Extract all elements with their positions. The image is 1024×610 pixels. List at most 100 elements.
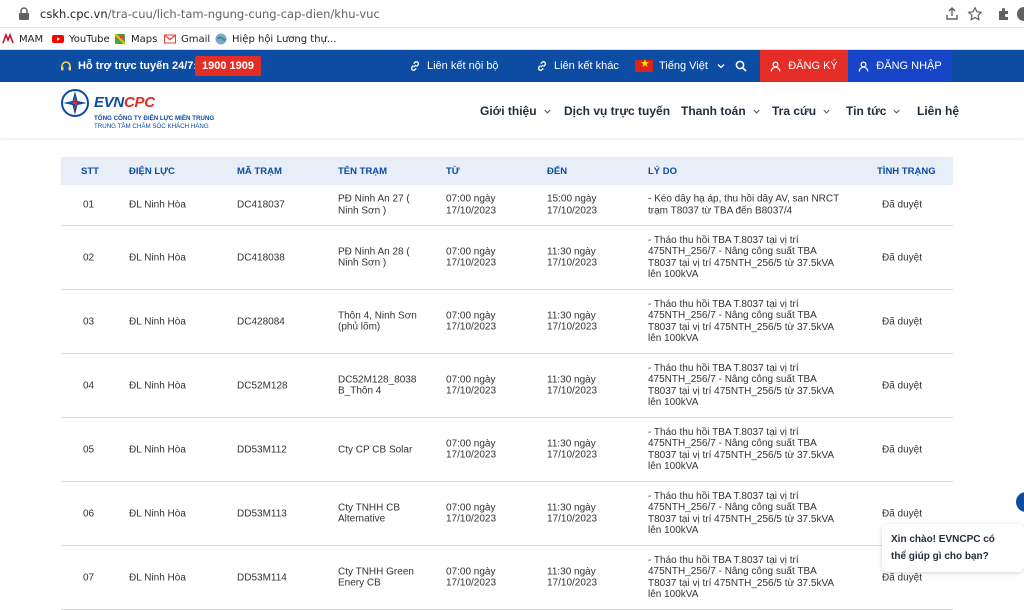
- nav-lien-he[interactable]: Liên hệ: [917, 103, 959, 119]
- header-tinh-trang: TÌNH TRẠNG: [877, 166, 936, 177]
- chat-greeting-bubble[interactable]: Xin chào! EVNCPC có thể giúp gì cho bạn?: [882, 524, 1024, 572]
- cell-line: 475NTH_256/7 - Nâng công suất TBA: [648, 438, 817, 449]
- bookmark-label: Hiệp hội Lương thự...: [232, 33, 337, 45]
- external-links-label: Liên kết khác: [554, 60, 619, 72]
- nav-label: Liên hệ: [917, 104, 960, 118]
- bookmark-label: MAM: [19, 33, 44, 45]
- table-header: STT ĐIỆN LỰC MÃ TRẠM TÊN TRẠM TỪ ĐẾN LÝ …: [61, 157, 953, 185]
- cell-stt: 05: [83, 443, 95, 455]
- nav-tin-tuc[interactable]: Tin tức: [846, 103, 901, 119]
- cell-line: Cty TNHH Green: [338, 566, 414, 577]
- hotline-badge[interactable]: 1900 1909: [195, 56, 261, 76]
- chat-line-1: Xin chào! EVNCPC có: [891, 534, 995, 545]
- top-utility-bar: Hỗ trợ trực tuyến 24/7: 1900 1909 Liên k…: [0, 50, 1024, 82]
- internal-links[interactable]: Liên kết nội bộ: [409, 50, 499, 82]
- cell-den: 11:30 ngày 17/10/2023: [547, 502, 597, 525]
- header-ten-tram: TÊN TRẠM: [338, 166, 388, 177]
- cell-ly-do: - Tháo thu hồi TBA T.8037 tại vị trí 475N…: [648, 491, 834, 537]
- bookmark-label: Gmail: [181, 33, 211, 45]
- table-row: 07 ĐL Ninh Hòa DD53M114 Cty TNHH Green Enery…: [61, 546, 953, 610]
- cell-den: 11:30 ngày 17/10/2023: [547, 438, 597, 461]
- bookmark-maps[interactable]: Maps: [114, 31, 157, 47]
- register-button[interactable]: ĐĂNG KÝ: [760, 50, 848, 82]
- cell-line: lên 100kVA: [648, 461, 699, 472]
- cell-line: Thôn 4, Ninh Sơn: [338, 310, 417, 321]
- header-stt: STT: [81, 166, 99, 177]
- bookmark-youtube[interactable]: YouTube: [52, 31, 110, 47]
- login-button[interactable]: ĐĂNG NHẬP: [848, 50, 952, 82]
- cell-line: T8037 tại vị trí 475NTH_256/5 từ 37.5kVA: [648, 513, 835, 525]
- cell-line: 07:00 ngày: [446, 438, 496, 449]
- cell-line: 475NTH_256/7 - Nâng công suất TBA: [648, 310, 817, 321]
- external-links[interactable]: Liên kết khác: [536, 50, 619, 82]
- nav-dich-vu-truc-tuyen[interactable]: Dịch vụ trực tuyến: [564, 103, 670, 119]
- profile-icon[interactable]: [1016, 6, 1024, 22]
- cell-tinh-trang: Đã duyệt: [882, 251, 923, 263]
- cell-line: 17/10/2023: [547, 577, 598, 589]
- chevron-down-icon: [823, 109, 830, 114]
- nav-label: Dịch vụ trực tuyến: [564, 104, 671, 118]
- bookmark-label: YouTube: [69, 33, 110, 45]
- cell-ly-do: - Tháo thu hồi TBA T.8037 tại vị trí 475N…: [648, 555, 834, 601]
- logo-tagline-1: TỔNG CÔNG TY ĐIỆN LỰC MIỀN TRUNG: [94, 115, 215, 122]
- cell-line: - Tháo thu hồi TBA T.8037 tại vị trí: [648, 362, 799, 374]
- cell-line: 475NTH_256/7 - Nâng công suất TBA: [648, 246, 817, 257]
- cell-ma-tram: DC428084: [237, 315, 285, 327]
- cell-line: - Tháo thu hồi TBA T.8037 tại vị trí: [648, 234, 799, 246]
- share-icon[interactable]: [944, 6, 960, 22]
- bookmark-gmail[interactable]: Gmail: [164, 31, 210, 47]
- cell-line: Enery CB: [338, 577, 381, 589]
- register-label: ĐĂNG KÝ: [788, 60, 838, 72]
- cell-line: Cty CP CB Solar: [338, 443, 413, 455]
- star-icon[interactable]: [967, 6, 983, 22]
- cell-ma-tram: DD53M112: [237, 443, 287, 455]
- cell-dien-luc: ĐL Ninh Hòa: [129, 199, 186, 211]
- cell-line: DC52M128_8038: [338, 374, 417, 385]
- cell-ly-do: - Tháo thu hồi TBA T.8037 tại vị trí 475N…: [648, 235, 834, 281]
- cell-line: 11:30 ngày: [547, 374, 596, 385]
- mam-icon: [2, 33, 14, 44]
- browser-address-bar[interactable]: cskh.cpc.vn/tra-cuu/lich-tam-ngung-cung-…: [0, 0, 1024, 28]
- language-label: Tiếng Việt: [659, 60, 708, 72]
- chat-avatar-icon[interactable]: [1016, 492, 1024, 512]
- cell-den: 11:30 ngày 17/10/2023: [547, 374, 597, 397]
- cell-line: - Tháo thu hồi TBA T.8037 tại vị trí: [648, 490, 799, 502]
- cell-line: - Tháo thu hồi TBA T.8037 tại vị trí: [648, 554, 799, 566]
- nav-thanh-toan[interactable]: Thanh toán: [681, 103, 761, 119]
- cell-line: 475NTH_256/7 - Nâng công suất TBA: [648, 566, 817, 577]
- cell-ten-tram: Thôn 4, Ninh Sơn (phủ lõm): [338, 310, 417, 333]
- headset-icon: [61, 61, 71, 71]
- nav-label: Giới thiệu: [480, 104, 537, 118]
- cell-tu: 07:00 ngày 17/10/2023: [446, 374, 496, 397]
- chevron-down-icon: [543, 109, 551, 114]
- evncpc-logo[interactable]: EVNCPC TỔNG CÔNG TY ĐIỆN LỰC MIỀN TRUNG …: [60, 88, 230, 134]
- globe-icon: [215, 33, 227, 45]
- cell-line: lên 100kVA: [648, 589, 699, 600]
- cell-ma-tram: DD53M114: [237, 571, 287, 583]
- nav-gioi-thieu[interactable]: Giới thiệu: [480, 103, 552, 119]
- cell-line: - Kéo dây hạ áp, thu hồi dây AV, san NRC…: [648, 193, 840, 205]
- cell-tu: 07:00 ngày 17/10/2023: [446, 438, 496, 461]
- cell-line: 11:30 ngày: [547, 246, 596, 257]
- extensions-icon[interactable]: [996, 6, 1012, 22]
- bookmark-hiep-hoi[interactable]: Hiệp hội Lương thự...: [215, 31, 336, 47]
- cell-line: Cty TNHH CB: [338, 502, 401, 513]
- chat-line-2: thể giúp gì cho bạn?: [891, 551, 989, 562]
- cell-line: 07:00 ngày: [446, 374, 496, 385]
- url-text[interactable]: cskh.cpc.vn/tra-cuu/lich-tam-ngung-cung-…: [40, 7, 380, 21]
- nav-tra-cuu[interactable]: Tra cứu: [772, 103, 831, 119]
- search-button[interactable]: [735, 50, 753, 82]
- cell-line: - Tháo thu hồi TBA T.8037 tại vị trí: [648, 298, 799, 310]
- cell-line: 07:00 ngày: [446, 193, 496, 205]
- cell-ten-tram: Cty CP CB Solar: [338, 444, 412, 456]
- language-selector[interactable]: Tiếng Việt: [635, 50, 726, 82]
- cell-line: 11:30 ngày: [547, 502, 596, 513]
- cell-tinh-trang: Đã duyệt: [882, 443, 923, 455]
- cell-line: 17/10/2023: [547, 513, 598, 525]
- cell-den: 11:30 ngày 17/10/2023: [547, 246, 597, 269]
- cell-tinh-trang: Đã duyệt: [882, 379, 923, 391]
- cell-stt: 03: [83, 315, 95, 327]
- cell-stt: 07: [83, 571, 95, 583]
- bookmark-mam[interactable]: MAM: [2, 31, 43, 47]
- cell-ma-tram: DC52M128: [237, 379, 288, 391]
